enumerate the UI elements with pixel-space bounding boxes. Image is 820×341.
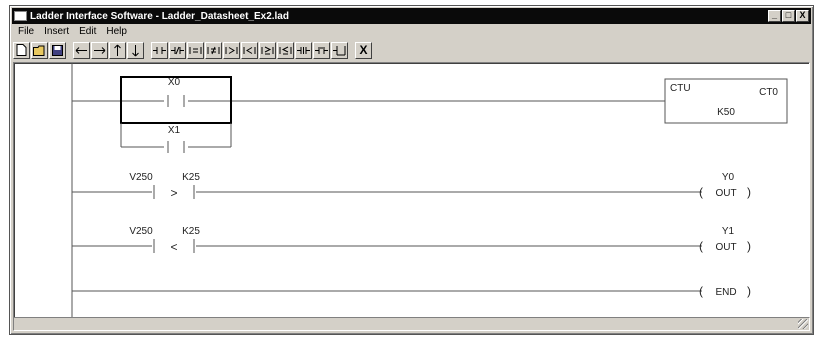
parallel-icon[interactable] bbox=[295, 41, 312, 59]
close-button[interactable]: X bbox=[796, 10, 809, 22]
ladder-canvas[interactable]: X0 X1 CTU CT0 K50 V250 K25 > Y0 (OUT) … bbox=[13, 62, 810, 318]
less-compare-icon[interactable] bbox=[241, 41, 258, 59]
window-title: Ladder Interface Software - Ladder_Datas… bbox=[30, 10, 289, 22]
coil-close-paren: ) bbox=[747, 239, 751, 253]
compare-greater-contact[interactable]: > bbox=[152, 185, 196, 200]
compare-left-operand: V250 bbox=[129, 172, 153, 183]
delete-glyph: X bbox=[359, 43, 368, 57]
open-icon[interactable] bbox=[31, 41, 48, 59]
minimize-button[interactable]: _ bbox=[768, 10, 781, 22]
window-controls: _ □ X bbox=[768, 10, 809, 22]
counter-preset: K50 bbox=[717, 107, 735, 118]
rung-1: X0 X1 CTU CT0 K50 bbox=[72, 76, 788, 153]
title-bar[interactable]: Ladder Interface Software - Ladder_Datas… bbox=[12, 8, 811, 24]
contact-x0-label: X0 bbox=[168, 77, 181, 88]
coil-close-paren: ) bbox=[747, 185, 751, 199]
app-icon bbox=[14, 11, 27, 21]
less-equal-compare-icon[interactable] bbox=[277, 41, 294, 59]
counter-name: CT0 bbox=[759, 87, 778, 98]
coil-y0-label: Y0 bbox=[722, 172, 735, 183]
ladder-diagram: X0 X1 CTU CT0 K50 V250 K25 > Y0 (OUT) … bbox=[71, 63, 788, 317]
delete-icon[interactable]: X bbox=[355, 41, 372, 59]
compare-right-operand: K25 bbox=[182, 172, 200, 183]
coil-close-paren: ) bbox=[747, 284, 751, 298]
coil-y0[interactable]: ( OUT ) bbox=[699, 185, 751, 199]
contact-x1[interactable] bbox=[164, 141, 188, 153]
no-contact-icon[interactable] bbox=[151, 41, 168, 59]
coil-type: OUT bbox=[715, 242, 736, 253]
menu-help[interactable]: Help bbox=[101, 25, 132, 39]
compare-less-contact[interactable]: < bbox=[152, 239, 196, 254]
coil-type: OUT bbox=[715, 188, 736, 199]
arrow-down-icon[interactable] bbox=[127, 41, 144, 59]
compare-operator: > bbox=[170, 186, 177, 200]
coil-open-paren: ( bbox=[699, 185, 703, 199]
compare-left-operand: V250 bbox=[129, 226, 153, 237]
status-bar bbox=[13, 317, 810, 331]
greater-equal-compare-icon[interactable] bbox=[259, 41, 276, 59]
coil-open-paren: ( bbox=[699, 239, 703, 253]
arrow-up-icon[interactable] bbox=[109, 41, 126, 59]
toolbar: X bbox=[13, 40, 373, 60]
counter-block[interactable]: CTU CT0 K50 bbox=[664, 78, 788, 124]
not-equal-compare-icon[interactable] bbox=[205, 41, 222, 59]
main-window: Ladder Interface Software - Ladder_Datas… bbox=[9, 5, 814, 335]
equal-compare-icon[interactable] bbox=[187, 41, 204, 59]
contact-x0[interactable] bbox=[164, 95, 188, 107]
arrow-left-icon[interactable] bbox=[73, 41, 90, 59]
rung-2: V250 K25 > Y0 ( OUT ) bbox=[72, 172, 751, 200]
branch-icon[interactable] bbox=[313, 41, 330, 59]
coil-y1-label: Y1 bbox=[722, 226, 735, 237]
arrow-right-icon[interactable] bbox=[91, 41, 108, 59]
compare-right-operand: K25 bbox=[182, 226, 200, 237]
menu-edit[interactable]: Edit bbox=[74, 25, 101, 39]
end-coil[interactable]: ( END ) bbox=[699, 284, 751, 298]
coil-y1[interactable]: ( OUT ) bbox=[699, 239, 751, 253]
counter-type: CTU bbox=[670, 83, 691, 94]
maximize-button[interactable]: □ bbox=[782, 10, 795, 22]
new-icon[interactable] bbox=[13, 41, 30, 59]
rung-3: V250 K25 < Y1 ( OUT ) bbox=[72, 226, 751, 254]
output-icon[interactable] bbox=[331, 41, 348, 59]
coil-open-paren: ( bbox=[699, 284, 703, 298]
end-label: END bbox=[715, 287, 736, 298]
save-icon[interactable] bbox=[49, 41, 66, 59]
resize-grip[interactable] bbox=[798, 319, 808, 329]
compare-operator: < bbox=[170, 240, 177, 254]
greater-compare-icon[interactable] bbox=[223, 41, 240, 59]
menu-file[interactable]: File bbox=[13, 25, 39, 39]
menu-bar: File Insert Edit Help bbox=[13, 25, 132, 39]
menu-insert[interactable]: Insert bbox=[39, 25, 74, 39]
nc-contact-icon[interactable] bbox=[169, 41, 186, 59]
rung-4: ( END ) bbox=[72, 284, 751, 298]
contact-x1-label: X1 bbox=[168, 125, 181, 136]
